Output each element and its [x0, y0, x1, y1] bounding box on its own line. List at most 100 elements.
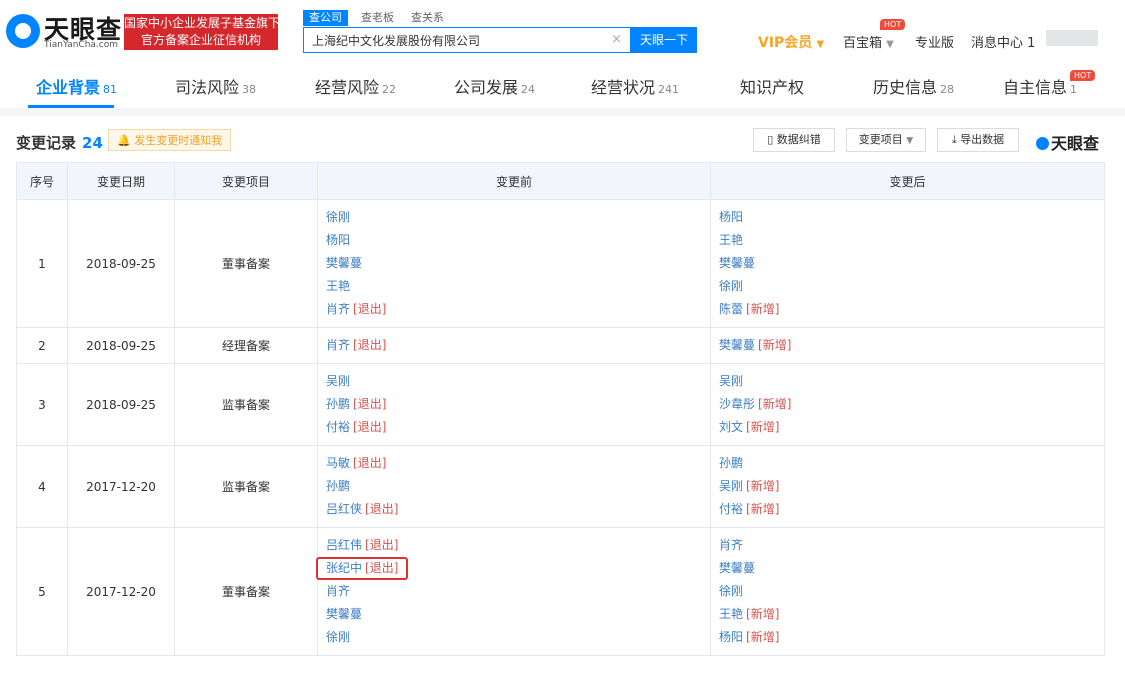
person-name-link[interactable]: 王艳 [719, 607, 743, 621]
search-button[interactable]: 天眼一下 [631, 27, 697, 53]
message-label: 消息中心 [971, 36, 1024, 51]
export-label: 导出数据 [960, 133, 1005, 146]
search-input[interactable] [310, 28, 604, 52]
list-item: 吴刚 [326, 370, 710, 393]
person-name-link[interactable]: 王艳 [719, 233, 743, 247]
person-name-link[interactable]: 徐刚 [326, 630, 350, 644]
section-count: 24 [82, 134, 103, 152]
tab-label: 自主信息 [1003, 78, 1068, 97]
document-icon: ▯ [767, 133, 774, 146]
person-name-link[interactable]: 吕红伟 [326, 538, 362, 552]
tab-judicial-risk[interactable]: 司法风险 38 [175, 74, 256, 98]
message-center[interactable]: 消息中心 1 [971, 32, 1035, 51]
list-item: 樊馨蔓 [719, 557, 1104, 580]
tab-company-development[interactable]: 公司发展 24 [454, 74, 535, 98]
table-body: 1 2018-09-25 董事备案 徐刚 杨阳 樊馨蔓 王艳 肖齐 [退出] 杨阳 王艳 樊馨蔓 徐刚陈… [16, 199, 1105, 656]
person-name-link[interactable]: 孙鹏 [326, 397, 350, 411]
person-name-link[interactable]: 樊馨蔓 [719, 256, 755, 270]
new-tag: [新增] [758, 397, 792, 411]
row-index: 1 [16, 199, 68, 328]
hot-badge: HOT [880, 19, 906, 30]
person-name-link[interactable]: 陈蕾 [719, 302, 743, 316]
list-item: 徐刚 [326, 206, 710, 229]
person-name-link[interactable]: 肖齐 [326, 584, 350, 598]
person-name-link[interactable]: 樊馨蔓 [719, 338, 755, 352]
person-entry: 吕红伟 [退出] [326, 538, 398, 552]
person-name-link[interactable]: 徐刚 [719, 584, 743, 598]
person-name-link[interactable]: 孙鹏 [719, 456, 743, 470]
person-name-link[interactable]: 吴刚 [719, 479, 743, 493]
message-count: 1 [1027, 36, 1036, 51]
new-tag: [新增] [746, 630, 780, 644]
tab-label: 司法风险 [175, 78, 240, 97]
pro-version-link[interactable]: 专业版 [915, 32, 954, 51]
list-item: 杨阳 [新增] [719, 626, 1104, 649]
person-entry: 马敏 [退出] [326, 456, 386, 470]
person-name-link[interactable]: 杨阳 [719, 210, 743, 224]
tab-history-info[interactable]: 历史信息 28 [873, 74, 954, 98]
tab-operation-status[interactable]: 经营状况 241 [591, 74, 679, 98]
person-name-link[interactable]: 樊馨蔓 [326, 607, 362, 621]
export-data-button[interactable]: ⤓ 导出数据 [937, 128, 1019, 152]
list-item: 王艳 [新增] [719, 603, 1104, 626]
cell-after: 吴刚 沙韋彤 [新增] 刘文 [新增] [710, 363, 1105, 446]
new-tag: [新增] [746, 607, 780, 621]
treasure-menu[interactable]: 百宝箱 ▼ [843, 32, 894, 51]
person-name-link[interactable]: 付裕 [719, 502, 743, 516]
person-name-link[interactable]: 樊馨蔓 [719, 561, 755, 575]
search-tab-boss[interactable]: 查老板 [355, 10, 400, 26]
person-name-link[interactable]: 王艳 [326, 279, 350, 293]
list-item: 陈蕾 [新增] [719, 298, 1104, 321]
person-name-link[interactable]: 徐刚 [326, 210, 350, 224]
row-change-item: 监事备案 [174, 363, 318, 446]
person-name-link[interactable]: 樊馨蔓 [326, 256, 362, 270]
person-name-link[interactable]: 付裕 [326, 420, 350, 434]
cell-after: 樊馨蔓 [新增] [710, 327, 1105, 364]
new-tag: [新增] [758, 338, 792, 352]
person-name-link[interactable]: 杨阳 [719, 630, 743, 644]
person-name-link[interactable]: 肖齐 [326, 302, 350, 316]
avatar[interactable] [1046, 30, 1098, 46]
tab-intellectual-property[interactable]: 知识产权 [740, 74, 807, 98]
data-correction-button[interactable]: ▯ 数据纠错 [753, 128, 835, 152]
person-name-link[interactable]: 杨阳 [326, 233, 350, 247]
tab-label: 知识产权 [740, 78, 805, 97]
person-name-link[interactable]: 张纪中 [326, 561, 362, 575]
row-change-item: 监事备案 [174, 445, 318, 528]
person-name-link[interactable]: 孙鹏 [326, 479, 350, 493]
row-date: 2018-09-25 [67, 363, 175, 446]
tab-self-info[interactable]: 自主信息 1 [1003, 74, 1077, 98]
tab-operation-risk[interactable]: 经营风险 22 [315, 74, 396, 98]
exit-tag: [退出] [353, 397, 387, 411]
tab-label: 经营风险 [315, 78, 380, 97]
person-entry: 孙鹏 [719, 456, 743, 470]
person-name-link[interactable]: 吴刚 [719, 374, 743, 388]
row-change-item: 董事备案 [174, 527, 318, 656]
logo-subtitle: TianYanCha.com [44, 40, 119, 50]
row-date: 2018-09-25 [67, 327, 175, 364]
person-entry: 肖齐 [326, 584, 350, 598]
row-date: 2018-09-25 [67, 199, 175, 328]
vip-menu[interactable]: VIP会员 ▼ [758, 32, 824, 52]
person-name-link[interactable]: 沙韋彤 [719, 397, 755, 411]
download-icon: ⤓ [951, 133, 957, 146]
person-name-link[interactable]: 刘文 [719, 420, 743, 434]
search-tab-company[interactable]: 查公司 [303, 10, 348, 26]
tab-company-background[interactable]: 企业背景 81 [36, 74, 117, 98]
exit-tag: [退出] [365, 502, 399, 516]
list-item: 吴刚 [719, 370, 1104, 393]
search-box: × [303, 27, 631, 53]
logo[interactable]: 天眼查 TianYanCha.com [6, 10, 121, 52]
notify-on-change-button[interactable]: 🔔 发生变更时通知我 [108, 129, 232, 151]
search-tab-relation[interactable]: 查关系 [405, 10, 450, 26]
person-name-link[interactable]: 马敏 [326, 456, 350, 470]
person-name-link[interactable]: 徐刚 [719, 279, 743, 293]
clear-icon[interactable]: × [611, 32, 622, 47]
person-entry: 杨阳 [326, 233, 350, 247]
person-name-link[interactable]: 吕红侠 [326, 502, 362, 516]
filter-label: 变更项目 [858, 133, 903, 146]
change-item-filter[interactable]: 变更项目 ▼ [846, 128, 926, 152]
person-name-link[interactable]: 肖齐 [719, 538, 743, 552]
person-name-link[interactable]: 肖齐 [326, 338, 350, 352]
person-name-link[interactable]: 吴刚 [326, 374, 350, 388]
